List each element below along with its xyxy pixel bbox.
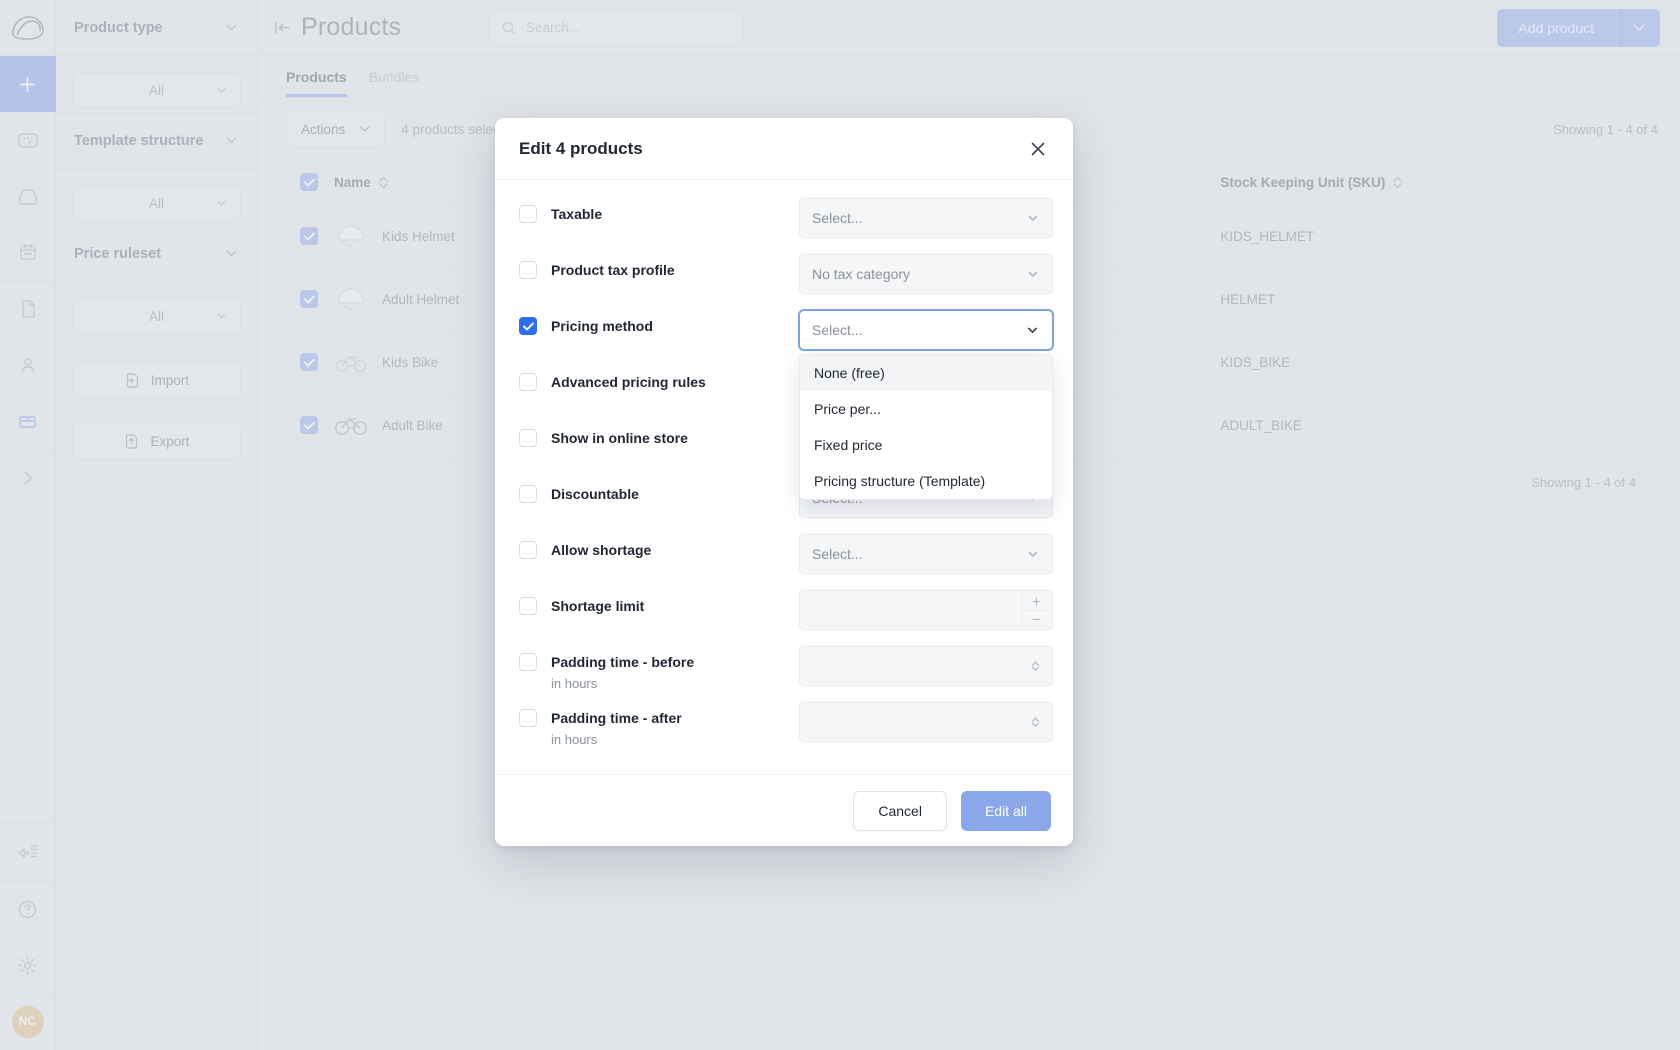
advanced-pricing-rules-label: Advanced pricing rules bbox=[551, 373, 706, 392]
padding-time-after-checkbox[interactable] bbox=[519, 709, 537, 727]
pricing-method-checkbox[interactable] bbox=[519, 317, 537, 335]
dropdown-option-fixed-price[interactable]: Fixed price bbox=[800, 427, 1052, 463]
shortage-limit-stepper[interactable]: + − bbox=[799, 590, 1053, 630]
modal-body: Taxable Select... Product tax profile bbox=[495, 180, 1073, 774]
pricing-method-dropdown[interactable]: None (free) Price per... Fixed price Pri… bbox=[799, 354, 1053, 500]
pricing-method-select[interactable]: Select... bbox=[799, 310, 1053, 350]
check-icon bbox=[523, 322, 534, 331]
dropdown-option-pricing-structure-template[interactable]: Pricing structure (Template) bbox=[800, 463, 1052, 499]
field-row-allow-shortage: Allow shortage Select... bbox=[519, 532, 1053, 588]
chevron-down-icon bbox=[1026, 267, 1040, 281]
taxable-checkbox[interactable] bbox=[519, 205, 537, 223]
field-row-shortage-limit: Shortage limit + − bbox=[519, 588, 1053, 644]
product-tax-profile-select[interactable]: No tax category bbox=[799, 254, 1053, 294]
modal-header: Edit 4 products bbox=[495, 118, 1073, 180]
app-root: NC Product type All Template structure bbox=[0, 0, 1680, 1050]
stepper-decrement-icon[interactable]: − bbox=[1022, 611, 1051, 629]
field-row-padding-time-after: Padding time - after in hours bbox=[519, 700, 1053, 756]
padding-time-after-input[interactable] bbox=[799, 702, 1053, 742]
modal-title: Edit 4 products bbox=[519, 139, 1025, 159]
field-row-taxable: Taxable Select... bbox=[519, 196, 1053, 252]
edit-products-modal: Edit 4 products Taxable Select... bbox=[495, 118, 1073, 846]
show-in-online-store-label: Show in online store bbox=[551, 429, 688, 448]
chevron-down-icon bbox=[1026, 547, 1040, 561]
shortage-limit-label: Shortage limit bbox=[551, 597, 644, 616]
show-in-online-store-checkbox[interactable] bbox=[519, 429, 537, 447]
spinner-icon[interactable] bbox=[1031, 716, 1040, 728]
padding-time-before-label: Padding time - before bbox=[551, 653, 694, 672]
chevron-down-icon bbox=[1025, 323, 1040, 338]
cancel-button[interactable]: Cancel bbox=[853, 791, 947, 831]
taxable-select[interactable]: Select... bbox=[799, 198, 1053, 238]
product-tax-profile-label: Product tax profile bbox=[551, 261, 675, 280]
padding-time-after-label: Padding time - after bbox=[551, 709, 682, 728]
padding-time-before-checkbox[interactable] bbox=[519, 653, 537, 671]
stepper-controls: + − bbox=[1021, 592, 1051, 628]
taxable-label: Taxable bbox=[551, 205, 602, 224]
dropdown-option-price-per[interactable]: Price per... bbox=[800, 391, 1052, 427]
product-tax-profile-value: No tax category bbox=[812, 266, 910, 282]
edit-all-button[interactable]: Edit all bbox=[961, 791, 1051, 831]
discountable-label: Discountable bbox=[551, 485, 639, 504]
padding-time-before-input[interactable] bbox=[799, 646, 1053, 686]
pricing-method-label: Pricing method bbox=[551, 317, 653, 336]
advanced-pricing-rules-checkbox[interactable] bbox=[519, 373, 537, 391]
close-icon[interactable] bbox=[1025, 136, 1051, 162]
dropdown-option-none-free[interactable]: None (free) bbox=[800, 355, 1052, 391]
product-tax-profile-checkbox[interactable] bbox=[519, 261, 537, 279]
pricing-method-value: Select... bbox=[812, 322, 863, 338]
shortage-limit-checkbox[interactable] bbox=[519, 597, 537, 615]
padding-time-after-hint: in hours bbox=[551, 732, 682, 747]
field-row-padding-time-before: Padding time - before in hours bbox=[519, 644, 1053, 700]
modal-footer: Cancel Edit all bbox=[495, 774, 1073, 846]
allow-shortage-label: Allow shortage bbox=[551, 541, 651, 560]
spinner-icon[interactable] bbox=[1031, 660, 1040, 672]
padding-time-before-hint: in hours bbox=[551, 676, 694, 691]
allow-shortage-value: Select... bbox=[812, 546, 863, 562]
field-row-pricing-method: Pricing method Select... None (free) Pri… bbox=[519, 308, 1053, 364]
stepper-increment-icon[interactable]: + bbox=[1022, 592, 1051, 611]
field-row-product-tax-profile: Product tax profile No tax category bbox=[519, 252, 1053, 308]
allow-shortage-checkbox[interactable] bbox=[519, 541, 537, 559]
chevron-down-icon bbox=[1026, 211, 1040, 225]
discountable-checkbox[interactable] bbox=[519, 485, 537, 503]
allow-shortage-select[interactable]: Select... bbox=[799, 534, 1053, 574]
taxable-select-value: Select... bbox=[812, 210, 863, 226]
